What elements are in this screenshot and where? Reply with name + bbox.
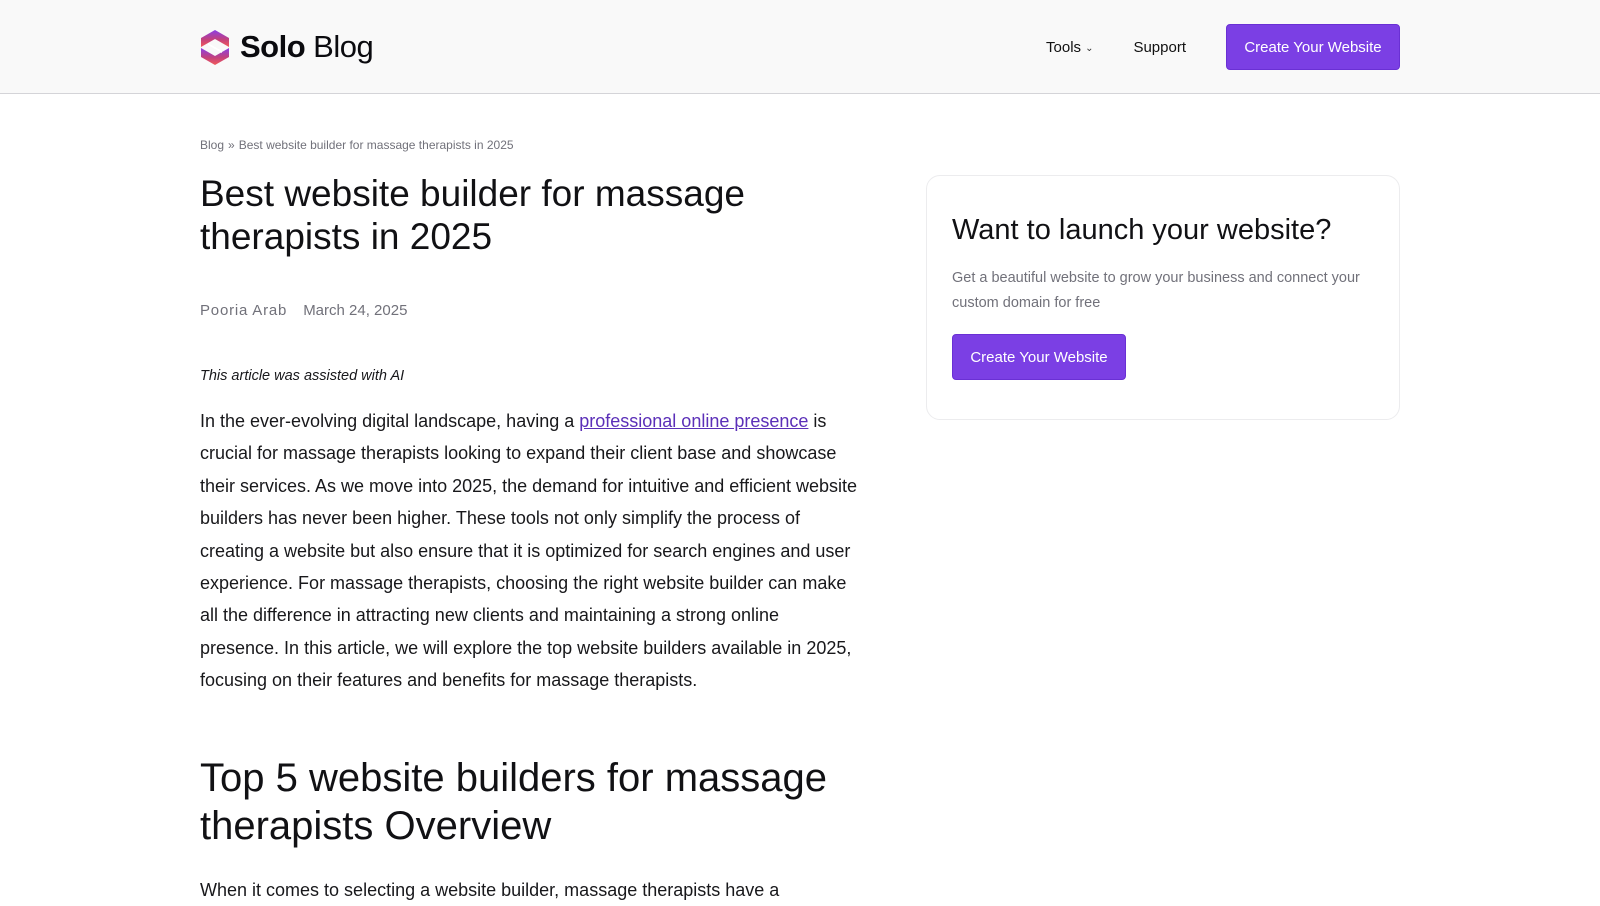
chevron-down-icon: ⌄ xyxy=(1085,43,1094,54)
site-header: Solo Blog Tools ⌄ Support Create Your Web… xyxy=(0,0,1600,94)
professional-presence-link[interactable]: professional online presence xyxy=(579,411,808,431)
main-nav: Tools ⌄ Support Create Your Website xyxy=(1046,24,1400,70)
cta-card-text: Get a beautiful website to grow your bus… xyxy=(952,270,1360,311)
sidebar-create-website-button[interactable]: Create Your Website xyxy=(952,334,1126,380)
intro-text-before: In the ever-evolving digital landscape, … xyxy=(200,411,580,431)
article-intro: In the ever-evolving digital landscape, … xyxy=(200,405,860,697)
breadcrumb-current: Best website builder for massage therapi… xyxy=(238,138,514,152)
section-heading: Top 5 website builders for massage thera… xyxy=(200,756,827,848)
logo-suffix: Blog xyxy=(313,29,374,64)
breadcrumb: Blog » Best website builder for massage th… xyxy=(200,138,514,152)
article-title: Best website builder for massage therapi… xyxy=(200,173,745,257)
nav-support[interactable]: Support xyxy=(1133,39,1186,56)
solo-logo-icon xyxy=(200,29,230,66)
nav-support-label: Support xyxy=(1133,38,1186,56)
nav-tools-label: Tools xyxy=(1046,38,1082,56)
article-author[interactable]: Pooria Arab xyxy=(200,302,287,319)
article-meta: Pooria Arab March 24, 2025 xyxy=(200,302,407,319)
intro-text-after: is crucial for massage therapists lookin… xyxy=(200,411,858,691)
breadcrumb-separator: » xyxy=(228,138,235,152)
logo-brand: Solo xyxy=(240,29,306,64)
breadcrumb-blog-link[interactable]: Blog xyxy=(200,138,224,152)
nav-tools[interactable]: Tools ⌄ xyxy=(1046,39,1093,56)
launch-website-card: Want to launch your website? Get a beaut… xyxy=(926,175,1400,420)
cta-card-title: Want to launch your website? xyxy=(952,214,1332,246)
section-intro: When it comes to selecting a website bui… xyxy=(200,880,780,900)
article-date: March 24, 2025 xyxy=(303,302,408,319)
site-logo[interactable]: Solo Blog xyxy=(200,28,374,66)
header-create-website-button[interactable]: Create Your Website xyxy=(1226,24,1400,70)
logo-wordmark: Solo Blog xyxy=(240,29,374,65)
ai-disclaimer: This article was assisted with AI xyxy=(200,368,405,384)
